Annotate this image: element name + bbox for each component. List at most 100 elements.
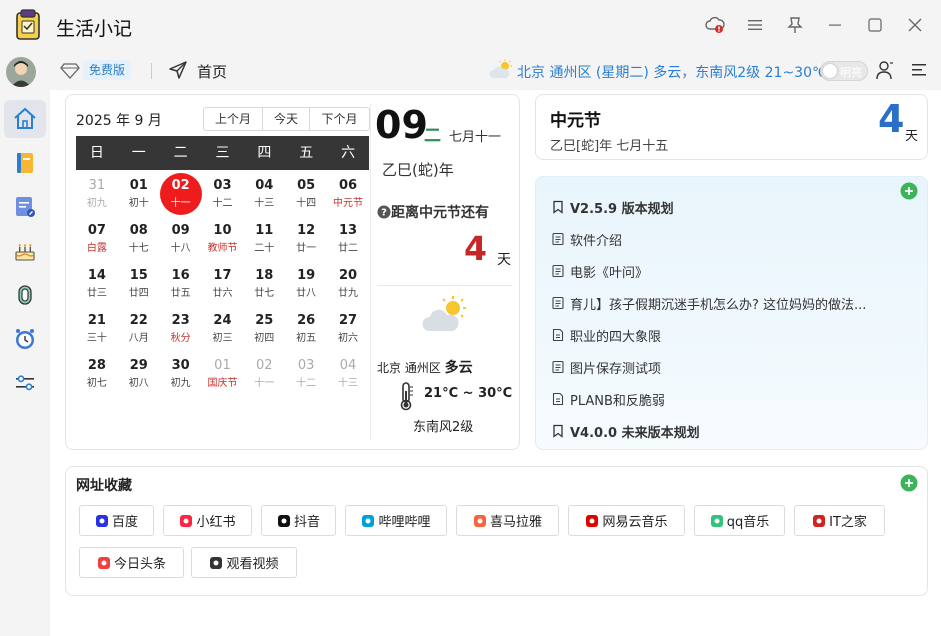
bookmark-button[interactable]: 今日头条 [79, 547, 184, 578]
calendar-day[interactable]: 30 初九 [160, 353, 202, 398]
nav-notes[interactable] [4, 188, 46, 226]
bookmark-button[interactable]: 网易云音乐 [568, 505, 685, 536]
weather-summary[interactable]: 北京 通州区 (星期二) 多云，东南风2级 21~30℃ [517, 62, 828, 82]
user-icon[interactable] [876, 60, 894, 80]
bookmark-button[interactable]: 喜马拉雅 [456, 505, 559, 536]
bookmark-button[interactable]: 哔哩哔哩 [345, 505, 447, 536]
menu-icon[interactable] [910, 61, 928, 79]
calendar-day[interactable]: 05 十四 [285, 173, 327, 218]
bookmark-button[interactable]: qq音乐 [694, 505, 785, 536]
day-number: 05 [297, 178, 316, 193]
bookmark-button[interactable]: 抖音 [261, 505, 336, 536]
calendar-year-month: 2025 年 9 月 [76, 113, 162, 129]
close-icon[interactable] [904, 14, 926, 36]
notes-card: V2.5.9 版本规划软件介绍电影《叶问》育儿】孩子假期沉迷手机怎么办? 这位妈… [535, 176, 928, 450]
calendar-day[interactable]: 18 廿七 [243, 263, 285, 308]
lunar-date: 二十 [254, 243, 275, 254]
cloud-sync-icon[interactable] [704, 14, 726, 36]
list-menu-icon[interactable] [744, 14, 766, 36]
send-icon [169, 61, 187, 79]
lunar-date: 十一 [254, 378, 275, 389]
calendar-day[interactable]: 04 十三 [327, 353, 369, 398]
bookmark-button[interactable]: 百度 [79, 505, 154, 536]
calendar-day[interactable]: 24 初三 [202, 308, 244, 353]
add-note-icon[interactable] [900, 182, 918, 200]
calendar-day[interactable]: 03 十二 [202, 173, 244, 218]
note-icon [550, 231, 566, 247]
calendar-day-today[interactable]: 02 十一 [159, 173, 202, 218]
clock-icon [16, 329, 34, 349]
calendar-day[interactable]: 23 秋分 [160, 308, 202, 353]
nav-reminders[interactable] [4, 320, 46, 358]
calendar-day[interactable]: 10 教师节 [202, 218, 244, 263]
bookmark-button[interactable]: 小红书 [163, 505, 252, 536]
festival-date: 乙巳[蛇]年 七月十五 [550, 139, 669, 154]
note-item[interactable]: V4.0.0 未来版本规划 [550, 421, 700, 441]
calendar-day[interactable]: 03 十二 [285, 353, 327, 398]
bookmark-label: 抖音 [293, 515, 320, 530]
note-item[interactable]: 职业的四大象限 [550, 325, 661, 345]
calendar-day[interactable]: 28 初七 [76, 353, 118, 398]
note-item[interactable]: 育儿】孩子假期沉迷手机怎么办? 这位妈妈的做法... [550, 293, 866, 313]
festival-days-unit: 天 [905, 129, 919, 144]
avatar[interactable] [6, 57, 36, 87]
calendar-day[interactable]: 14 廿三 [76, 263, 118, 308]
bookmark-icon [550, 423, 566, 439]
lunar-date: 教师节 [207, 243, 238, 254]
prev-month-button[interactable]: 上个月 [204, 108, 263, 130]
nav-attachments[interactable] [4, 276, 46, 314]
video-icon [209, 556, 223, 570]
bookmark-button[interactable]: 观看视频 [191, 547, 297, 578]
calendar-day[interactable]: 21 三十 [76, 308, 118, 353]
calendar-day[interactable]: 16 廿五 [160, 263, 202, 308]
calendar-day[interactable]: 04 十三 [243, 173, 285, 218]
calendar-day[interactable]: 22 八月 [118, 308, 160, 353]
calendar-day[interactable]: 29 初八 [118, 353, 160, 398]
plan-badge[interactable]: 免费版 [83, 60, 132, 80]
calendar-day[interactable]: 11 二十 [243, 218, 285, 263]
nav-settings[interactable] [4, 364, 46, 402]
home-breadcrumb[interactable]: 首页 [197, 61, 227, 82]
nav-birthday[interactable] [4, 232, 46, 270]
calendar-day[interactable]: 20 廿九 [327, 263, 369, 308]
note-item[interactable]: V2.5.9 版本规划 [550, 197, 674, 217]
nav-home[interactable] [4, 100, 46, 138]
today-button[interactable]: 今天 [263, 108, 310, 130]
next-month-button[interactable]: 下个月 [310, 108, 369, 130]
note-item[interactable]: 电影《叶问》 [550, 261, 648, 281]
title-bar: 生活小记 [0, 0, 941, 52]
pin-icon[interactable] [784, 14, 806, 36]
note-item[interactable]: 软件介绍 [550, 229, 622, 249]
calendar-day[interactable]: 01 国庆节 [202, 353, 244, 398]
note-title: PLANB和反脆弱 [570, 393, 665, 409]
add-bookmark-icon[interactable] [900, 474, 918, 492]
calendar-day[interactable]: 31 初九 [76, 173, 118, 218]
note-item[interactable]: PLANB和反脆弱 [550, 389, 665, 409]
minimize-icon[interactable] [824, 14, 846, 36]
lunar-date: 国庆节 [207, 378, 238, 389]
calendar-day[interactable]: 01 初十 [118, 173, 160, 218]
maximize-icon[interactable] [864, 14, 886, 36]
calendar-day[interactable]: 19 廿八 [285, 263, 327, 308]
note-title: V2.5.9 版本规划 [570, 201, 674, 217]
note-item[interactable]: 图片保存测试项 [550, 357, 661, 377]
calendar-day[interactable]: 08 十七 [118, 218, 160, 263]
lunar-date: 初十 [128, 198, 149, 209]
calendar-day[interactable]: 12 廿一 [285, 218, 327, 263]
bookmark-button[interactable]: IT之家 [794, 505, 885, 536]
nav-notebook[interactable] [4, 144, 46, 182]
calendar-day[interactable]: 26 初五 [285, 308, 327, 353]
day-number: 14 [87, 268, 106, 283]
calendar-day[interactable]: 07 白露 [76, 218, 118, 263]
calendar-day[interactable]: 15 廿四 [118, 263, 160, 308]
diamond-icon [60, 63, 80, 79]
calendar-day[interactable]: 06 中元节 [327, 173, 369, 218]
calendar-day[interactable]: 27 初六 [327, 308, 369, 353]
calendar-day[interactable]: 09 十八 [160, 218, 202, 263]
theme-toggle[interactable]: 明亮 [820, 61, 868, 81]
festival-card[interactable]: 中元节 乙巳[蛇]年 七月十五 4 天 [535, 94, 928, 160]
calendar-day[interactable]: 02 十一 [243, 353, 285, 398]
calendar-day[interactable]: 25 初四 [243, 308, 285, 353]
calendar-day[interactable]: 17 廿六 [202, 263, 244, 308]
calendar-day[interactable]: 13 廿二 [327, 218, 369, 263]
